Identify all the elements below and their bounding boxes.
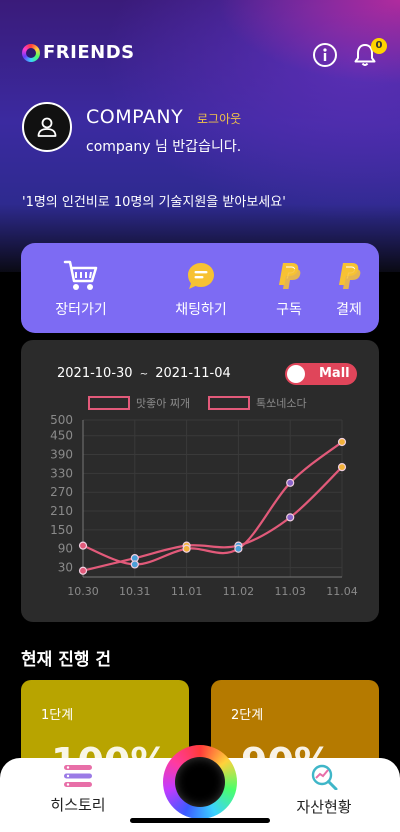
- paypal-icon: [276, 259, 302, 293]
- y-tick-label: 330: [50, 466, 73, 480]
- section-title: 현재 진행 건: [21, 650, 112, 670]
- home-indicator: [130, 818, 270, 823]
- x-tick-label: 11.02: [223, 585, 255, 598]
- x-tick-label: 11.04: [326, 585, 358, 598]
- paypal-icon: [336, 259, 362, 293]
- toggle-label: Mall: [319, 366, 350, 381]
- greeting-text: company 님 반갑습니다.: [86, 139, 242, 155]
- line-chart: 30 90 150 210 270 330 390 450 500 10.30 10.31 11.01…: [50, 396, 358, 598]
- y-tick-label: 90: [58, 542, 73, 556]
- menu-chat-label: 채팅하기: [175, 302, 227, 318]
- nav-history[interactable]: 히스토리: [40, 764, 116, 815]
- toggle-knob: [287, 365, 305, 383]
- y-tick-label: 390: [50, 448, 73, 462]
- assets-search-chart-icon: [311, 764, 338, 790]
- avatar[interactable]: [22, 102, 72, 152]
- company-name: COMPANY: [86, 106, 184, 128]
- notification-badge: 0: [371, 38, 387, 54]
- legend-label: 톡쏘네소다: [256, 397, 307, 410]
- y-tick-label: 150: [50, 523, 73, 537]
- date-range[interactable]: 2021-10-30 ~ 2021-11-04: [57, 366, 231, 381]
- y-tick-label: 30: [58, 561, 73, 575]
- x-tick-label: 11.03: [274, 585, 306, 598]
- brand-name: FRIENDS: [43, 42, 135, 63]
- data-point: [130, 560, 139, 569]
- stage-label: 2단계: [231, 708, 264, 723]
- y-tick-label: 270: [50, 485, 73, 499]
- date-start: 2021-10-30: [57, 366, 133, 381]
- slogan-text: '1명의 인건비로 10명의 기술지원을 받아보세요': [22, 195, 286, 210]
- series-line: [82, 466, 343, 572]
- center-home-button[interactable]: [163, 745, 237, 819]
- data-point: [182, 544, 191, 553]
- y-tick-label: 210: [50, 504, 73, 518]
- y-tick-label: 500: [50, 413, 73, 427]
- data-point: [78, 541, 88, 550]
- menu-subscribe-label: 구독: [276, 302, 302, 318]
- menu-subscribe-button[interactable]: 구독: [265, 243, 313, 333]
- menu-market-label: 장터가기: [55, 302, 107, 318]
- brand-logo[interactable]: FRIENDS: [22, 42, 135, 63]
- nav-assets-label: 자산현황: [296, 798, 352, 816]
- data-point: [78, 566, 88, 575]
- quick-menu-card: 장터가기 채팅하기 구독 결제: [21, 243, 379, 333]
- info-icon[interactable]: [312, 42, 338, 68]
- date-end: 2021-11-04: [155, 366, 231, 381]
- data-point: [337, 437, 347, 447]
- legend-label: 맛좋아 찌개: [136, 397, 190, 410]
- date-separator: ~: [139, 369, 149, 380]
- x-tick-label: 10.31: [119, 585, 151, 598]
- history-list-icon: [64, 765, 92, 787]
- cart-icon: [63, 259, 99, 293]
- stage-label: 1단계: [41, 708, 74, 723]
- data-point: [337, 462, 347, 472]
- nav-history-label: 히스토리: [50, 796, 106, 814]
- menu-market-button[interactable]: 장터가기: [41, 243, 121, 333]
- menu-chat-button[interactable]: 채팅하기: [161, 243, 241, 333]
- mall-toggle[interactable]: Mall: [285, 363, 357, 385]
- logout-link[interactable]: 로그아웃: [197, 110, 241, 127]
- nav-assets[interactable]: 자산현황: [284, 764, 364, 817]
- data-point: [286, 513, 295, 522]
- logo-ring-icon: [22, 43, 40, 62]
- data-point: [286, 478, 295, 487]
- chat-icon: [186, 259, 216, 293]
- legend-swatch: [208, 396, 250, 410]
- legend-swatch: [88, 396, 130, 410]
- x-tick-label: 10.30: [67, 585, 99, 598]
- y-tick-label: 450: [50, 429, 73, 443]
- x-tick-label: 11.01: [171, 585, 203, 598]
- user-icon: [37, 117, 57, 137]
- menu-payment-button[interactable]: 결제: [325, 243, 373, 333]
- data-point: [234, 544, 243, 553]
- menu-payment-label: 결제: [336, 302, 362, 318]
